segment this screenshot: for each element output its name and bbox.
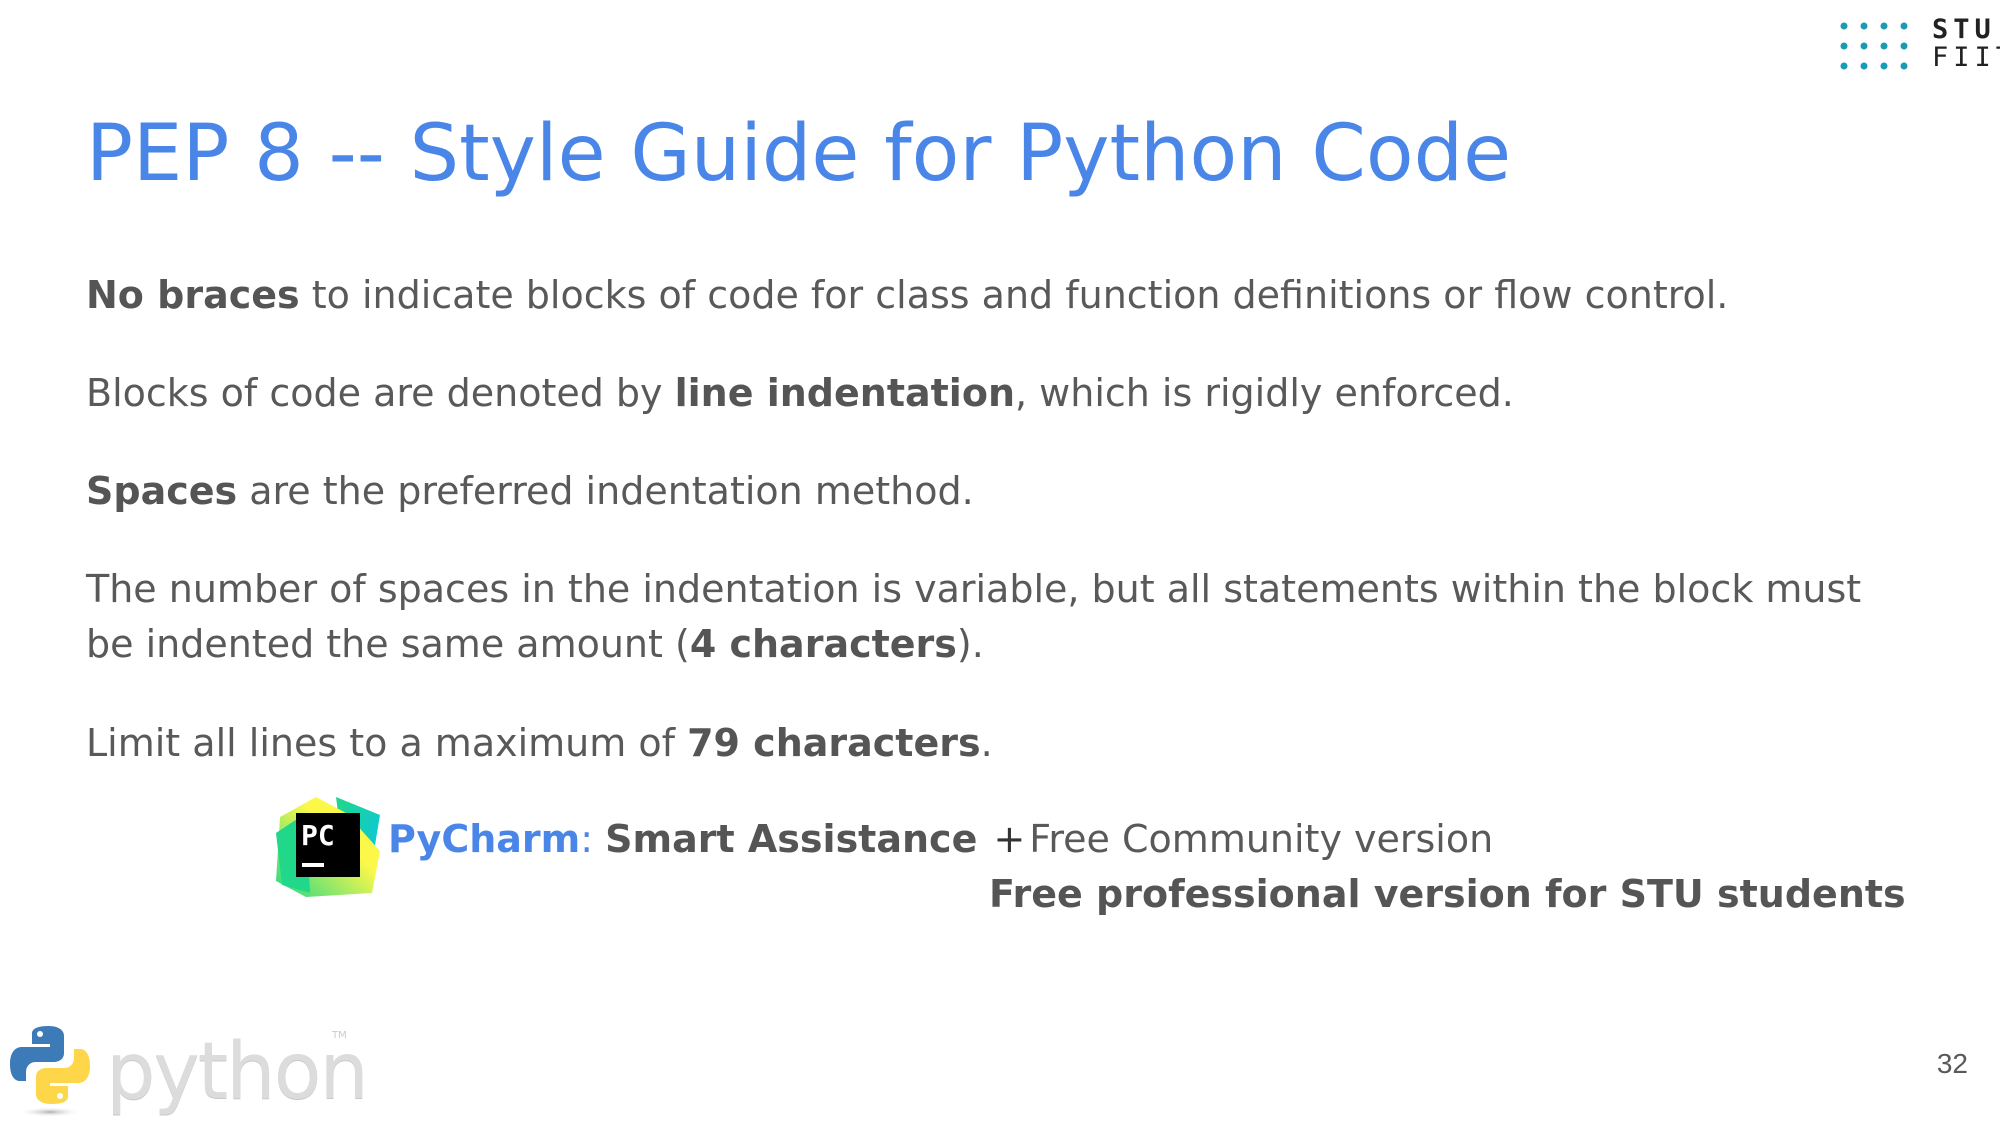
pycharm-icon: PC bbox=[276, 797, 380, 897]
text-limit-before: Limit all lines to a maximum of bbox=[86, 721, 688, 765]
pycharm-separator: : bbox=[580, 817, 594, 861]
text-no-braces-rest: to indicate blocks of code for class and… bbox=[299, 273, 1729, 317]
logo-line-fiit: FIIT bbox=[1932, 42, 2000, 73]
slide-title: PEP 8 -- Style Guide for Python Code bbox=[86, 109, 1512, 199]
bold-four-characters: 4 characters bbox=[689, 622, 957, 666]
paragraph-number-of-spaces: The number of spaces in the indentation … bbox=[86, 562, 1916, 672]
pycharm-professional: Free professional version for STU studen… bbox=[989, 872, 1906, 916]
bold-79-characters: 79 characters bbox=[687, 721, 981, 765]
text-limit-after: . bbox=[980, 721, 993, 765]
stu-fiit-logo: STU FIIT bbox=[1838, 16, 2000, 76]
text-blocks-before: Blocks of code are denoted by bbox=[86, 371, 675, 415]
page-number: 32 bbox=[1936, 1048, 1968, 1079]
pycharm-note: PC PyCharm: Smart Assistance + Free Commu… bbox=[276, 790, 1976, 930]
paragraph-line-indentation: Blocks of code are denoted by line inden… bbox=[86, 366, 1916, 421]
stu-fiit-wordmark: STU FIIT bbox=[1932, 16, 2000, 72]
paragraph-line-limit: Limit all lines to a maximum of 79 chara… bbox=[86, 716, 1916, 771]
paragraph-spaces: Spaces are the preferred indentation met… bbox=[86, 464, 1916, 519]
pycharm-line-1: PyCharm: Smart Assistance + Free Communit… bbox=[388, 812, 1493, 867]
pycharm-plus: + bbox=[993, 817, 1026, 861]
paragraph-no-braces: No braces to indicate blocks of code for… bbox=[86, 268, 1916, 323]
pycharm-community: Free Community version bbox=[1029, 817, 1494, 861]
text-spaces-rest: are the preferred indentation method. bbox=[237, 469, 974, 513]
pycharm-icon-text: PC bbox=[301, 819, 335, 852]
text-blocks-after: , which is rigidly enforced. bbox=[1015, 371, 1514, 415]
bold-no-braces: No braces bbox=[86, 273, 300, 317]
dot-grid-icon bbox=[1840, 22, 1908, 70]
python-snake-icon bbox=[10, 1026, 90, 1117]
pycharm-name: PyCharm bbox=[388, 817, 581, 861]
python-wordmark: python bbox=[106, 1027, 369, 1117]
logo-line-stu: STU bbox=[1932, 14, 1996, 45]
bold-spaces: Spaces bbox=[86, 469, 238, 513]
python-trademark: TM bbox=[332, 1030, 347, 1041]
pycharm-smart-assistance: Smart Assistance bbox=[605, 817, 978, 861]
python-logo: python TM bbox=[8, 1022, 369, 1122]
text-number-after: ). bbox=[956, 622, 984, 666]
bold-line-indentation: line indentation bbox=[674, 371, 1015, 415]
